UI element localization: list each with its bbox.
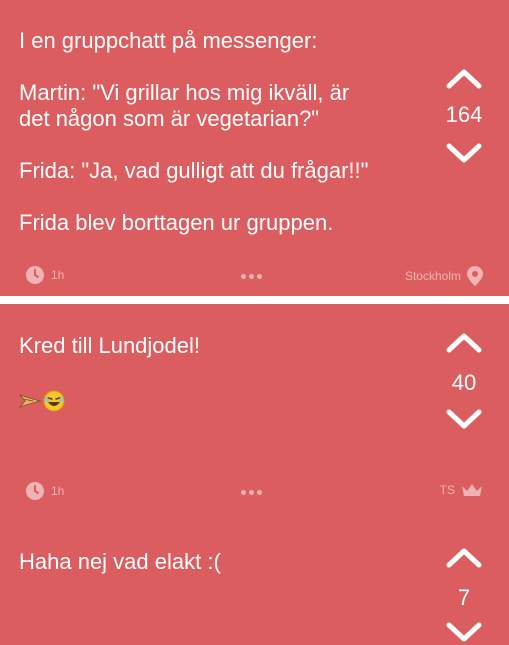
vote-column: 40: [434, 330, 494, 432]
post-card[interactable]: Kred till Lundjodel! 40 1h TS: [0, 304, 509, 512]
vote-score: 164: [445, 102, 483, 127]
chevron-up-icon[interactable]: [445, 66, 483, 90]
crown-icon: [462, 484, 482, 496]
post-text: I en gruppchatt på messenger: Martin: "V…: [19, 28, 439, 236]
post-card[interactable]: Haha nej vad elakt :( 7: [0, 512, 509, 642]
more-dots-icon[interactable]: [241, 274, 262, 279]
vote-score: 7: [457, 585, 471, 610]
post-card[interactable]: I en gruppchatt på messenger: Martin: "V…: [0, 0, 509, 296]
post-time: 1h: [26, 266, 64, 284]
chevron-down-icon[interactable]: [445, 408, 483, 432]
vote-score: 40: [451, 370, 477, 395]
location-label: Stockholm: [404, 269, 461, 283]
post-author: TS: [440, 482, 483, 498]
post-line: I en gruppchatt på messenger:: [19, 28, 318, 53]
chevron-down-icon[interactable]: [445, 142, 483, 166]
vote-column: 164: [434, 66, 494, 166]
post-meta: 1h TS: [0, 478, 509, 506]
emoji-row: [19, 390, 65, 412]
post-line: Frida blev borttagen ur gruppen.: [19, 210, 334, 235]
clock-icon: [26, 266, 44, 284]
post-time: 1h: [26, 482, 64, 500]
time-label: 1h: [51, 484, 65, 498]
laughing-emoji: [43, 390, 65, 412]
vote-column: 7: [434, 545, 494, 645]
author-tag: TS: [439, 483, 455, 497]
post-location: Stockholm: [405, 266, 483, 286]
post-text: Haha nej vad elakt :(: [19, 549, 221, 574]
post-divider: [0, 296, 509, 304]
time-label: 1h: [51, 268, 65, 282]
more-dots-icon[interactable]: [241, 490, 262, 495]
post-line: Martin: "Vi grillar hos mig ikväll, är: [19, 80, 350, 105]
wood-plank-emoji: [19, 394, 41, 408]
post-line: Frida: "Ja, vad gulligt att du frågar!!": [19, 158, 369, 183]
post-line: det någon som är vegetarian?": [19, 106, 320, 131]
chevron-up-icon[interactable]: [445, 545, 483, 569]
chevron-down-icon[interactable]: [445, 621, 483, 645]
location-pin-icon: [467, 266, 483, 286]
post-meta: 1h Stockholm: [0, 262, 509, 290]
post-text: Kred till Lundjodel!: [19, 333, 201, 358]
chevron-up-icon[interactable]: [445, 330, 483, 354]
clock-icon: [26, 482, 44, 500]
